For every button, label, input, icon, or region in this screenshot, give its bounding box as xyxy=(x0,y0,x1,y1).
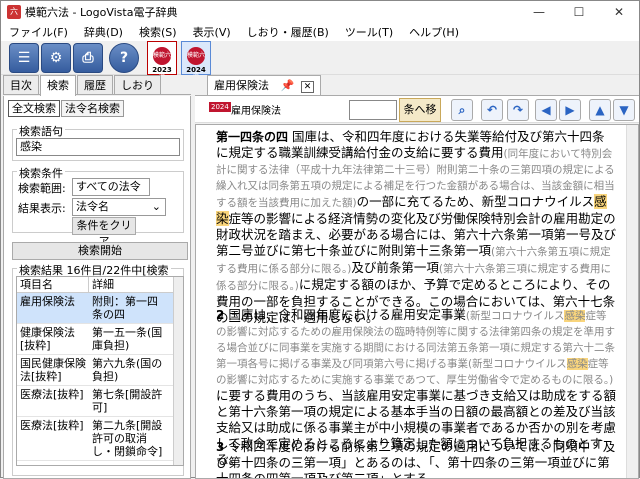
book-2023-button[interactable]: 模範六法 2023 xyxy=(147,41,177,77)
window-title: 模範六法 - LogoVista電子辞典 xyxy=(25,6,178,19)
table-row[interactable]: 医療法[抜粋] 第七条[開設許可] xyxy=(17,386,183,417)
result-name: 医療法[抜粋] xyxy=(20,388,84,401)
range-label: 検索範囲: xyxy=(18,182,66,195)
conditions-label: 検索条件 xyxy=(17,165,65,181)
display-value: 法令名 xyxy=(76,200,109,213)
tab-bookmarks[interactable]: しおり xyxy=(114,75,161,94)
result-detail: 附則：第一四条の四 xyxy=(92,295,158,321)
result-detail: 第六九条(国の負担) xyxy=(92,357,163,383)
article-paragraph-1: 第一四条の四 国庫は、令和四年度における失業等給付及び第六十四条に規定する職業訓練… xyxy=(216,129,617,325)
article-heading: 第一四条の四 xyxy=(216,130,289,144)
results-table: 項目名 詳細 雇用保険法 附則：第一四条の四 健康保険法[抜粋] 第一五一条(国… xyxy=(16,276,184,466)
jump-to-article-button[interactable]: 条へ移動 xyxy=(399,98,441,138)
document-toolbar: 2024 雇用保険法 条へ移動 ⌕ ↶ ↷ ◀ ▶ ▲ ▼ xyxy=(195,95,639,138)
display-select[interactable]: 法令名 ⌄ xyxy=(72,198,166,216)
book-cover-icon: 模範六法 xyxy=(187,47,205,77)
undo-arrow-icon[interactable]: ↶ xyxy=(481,99,503,121)
book-badge: 2024 xyxy=(209,102,231,112)
column-header-name: 項目名 xyxy=(17,277,89,292)
column-header-detail: 詳細 xyxy=(92,278,114,291)
results-header: 項目名 詳細 xyxy=(17,277,183,293)
search-mode-tabs: 全文検索 法令名検索 xyxy=(8,100,125,117)
menu-search[interactable]: 検索(S) xyxy=(131,24,185,40)
menu-view[interactable]: 表示(V) xyxy=(185,24,239,40)
next-icon[interactable]: ▶ xyxy=(559,99,581,121)
search-hit: 感染 xyxy=(564,310,586,322)
result-name: 国民健康保険法[抜粋] xyxy=(20,357,86,383)
menu-tools[interactable]: ツール(T) xyxy=(337,24,401,40)
printer-icon[interactable]: ⎙ xyxy=(73,43,103,73)
book-2024-button[interactable]: 模範六法 2024 xyxy=(181,41,211,77)
scroll-up-icon[interactable]: ▲ xyxy=(589,99,611,121)
left-tabs: 目次 検索 履歴 しおり xyxy=(3,75,191,96)
tab-lawname-search[interactable]: 法令名検索 xyxy=(61,100,124,117)
display-label: 結果表示: xyxy=(18,202,66,215)
minimize-icon[interactable]: — xyxy=(519,1,559,23)
result-detail: 第二九条[開設許可の取消し・閉鎖命令] xyxy=(92,419,163,458)
app-icon: 六 xyxy=(7,5,21,19)
menu-help[interactable]: ヘルプ(H) xyxy=(401,24,467,40)
gear-icon[interactable]: ⚙ xyxy=(41,43,71,73)
tab-contents[interactable]: 目次 xyxy=(3,75,39,94)
search-hit: 感染 xyxy=(566,358,588,370)
table-row[interactable]: 健康保険法[抜粋] 第一五一条(国庫負担) xyxy=(17,324,183,355)
table-row[interactable]: 医療法[抜粋] 第二九条[開設許可の取消し・閉鎖命令] xyxy=(17,417,183,461)
title-bar: 六 模範六法 - LogoVista電子辞典 — ☐ ✕ xyxy=(1,1,639,23)
left-pane: 目次 検索 履歴 しおり 全文検索 法令名検索 検索語句 感染 検索条件 検索範… xyxy=(3,75,191,479)
table-row[interactable]: 国民健康保険法[抜粋] 第六九条(国の負担) xyxy=(17,355,183,386)
chevron-down-icon: ⌄ xyxy=(151,200,161,213)
close-tab-icon[interactable]: ✕ xyxy=(300,81,315,93)
menu-bookmark-history[interactable]: しおり・履歴(B) xyxy=(239,24,337,40)
result-name: 医療法[抜粋] xyxy=(20,419,84,432)
result-name: 雇用保険法 xyxy=(20,295,75,308)
menu-file[interactable]: ファイル(F) xyxy=(1,24,76,40)
right-pane: 雇用保険法 📌 ✕ 2024 雇用保険法 条へ移動 ⌕ ↶ ↷ ◀ ▶ ▲ ▼ … xyxy=(195,75,639,479)
article-number-input[interactable] xyxy=(349,100,397,120)
result-detail: 第七条[開設許可] xyxy=(92,388,163,414)
document-scrollbar[interactable] xyxy=(626,125,638,478)
document-tab[interactable]: 雇用保険法 📌 ✕ xyxy=(207,75,322,95)
search-icon[interactable]: ⌕ xyxy=(451,99,473,121)
book-cover-icon: 模範六法 xyxy=(153,47,171,77)
search-start-button[interactable]: 検索開始 xyxy=(12,242,188,260)
result-name: 健康保険法[抜粋] xyxy=(20,326,75,352)
result-detail: 第一五一条(国庫負担) xyxy=(92,326,163,352)
menu-dictionary[interactable]: 辞典(D) xyxy=(76,24,131,40)
book-year: 2023 xyxy=(152,66,172,74)
toolbar: ☰ ⚙ ⎙ ? 模範六法 2023 模範六法 2024 xyxy=(1,41,639,77)
previous-icon[interactable]: ◀ xyxy=(535,99,557,121)
query-label: 検索語句 xyxy=(17,123,65,139)
app-window: 六 模範六法 - LogoVista電子辞典 — ☐ ✕ ファイル(F) 辞典(… xyxy=(0,0,640,479)
table-row[interactable]: 雇用保険法 附則：第一四条の四 xyxy=(17,293,183,324)
range-value: すべての法令 xyxy=(76,180,141,193)
document-header-title: 雇用保険法 xyxy=(231,106,281,117)
tab-fulltext-search[interactable]: 全文検索 xyxy=(8,100,60,117)
pin-icon[interactable]: 📌 xyxy=(281,79,295,92)
menu-bar: ファイル(F) 辞典(D) 検索(S) 表示(V) しおり・履歴(B) ツール(… xyxy=(1,23,639,41)
range-select[interactable]: すべての法令 ▾ xyxy=(72,178,150,209)
redo-arrow-icon[interactable]: ↷ xyxy=(507,99,529,121)
search-input[interactable]: 感染 xyxy=(16,138,180,156)
document-tab-label: 雇用保険法 xyxy=(214,79,269,92)
scroll-down-icon[interactable]: ▼ xyxy=(613,99,635,121)
close-icon[interactable]: ✕ xyxy=(599,1,639,23)
clear-conditions-button[interactable]: 条件をクリア xyxy=(72,217,136,248)
paragraph-number: 3 xyxy=(216,440,225,454)
results-scrollbar[interactable] xyxy=(173,277,183,465)
document-view: 第一四条の四 国庫は、令和四年度における失業等給付及び第六十四条に規定する職業訓練… xyxy=(195,124,639,479)
list-icon[interactable]: ☰ xyxy=(9,43,39,73)
help-icon[interactable]: ? xyxy=(109,43,139,73)
paragraph-number: 2 xyxy=(216,308,225,322)
search-panel: 全文検索 法令名検索 検索語句 感染 検索条件 検索範囲: すべての法令 ▾ 結… xyxy=(3,96,191,479)
tab-search[interactable]: 検索 xyxy=(40,75,76,96)
tab-history[interactable]: 履歴 xyxy=(77,75,113,94)
maximize-icon[interactable]: ☐ xyxy=(559,1,599,23)
article-paragraph-3: 3 令和四年度における前条第二項の規定の適用については、同項中「及び第十四条の三第… xyxy=(216,439,616,479)
book-year: 2024 xyxy=(186,66,206,74)
